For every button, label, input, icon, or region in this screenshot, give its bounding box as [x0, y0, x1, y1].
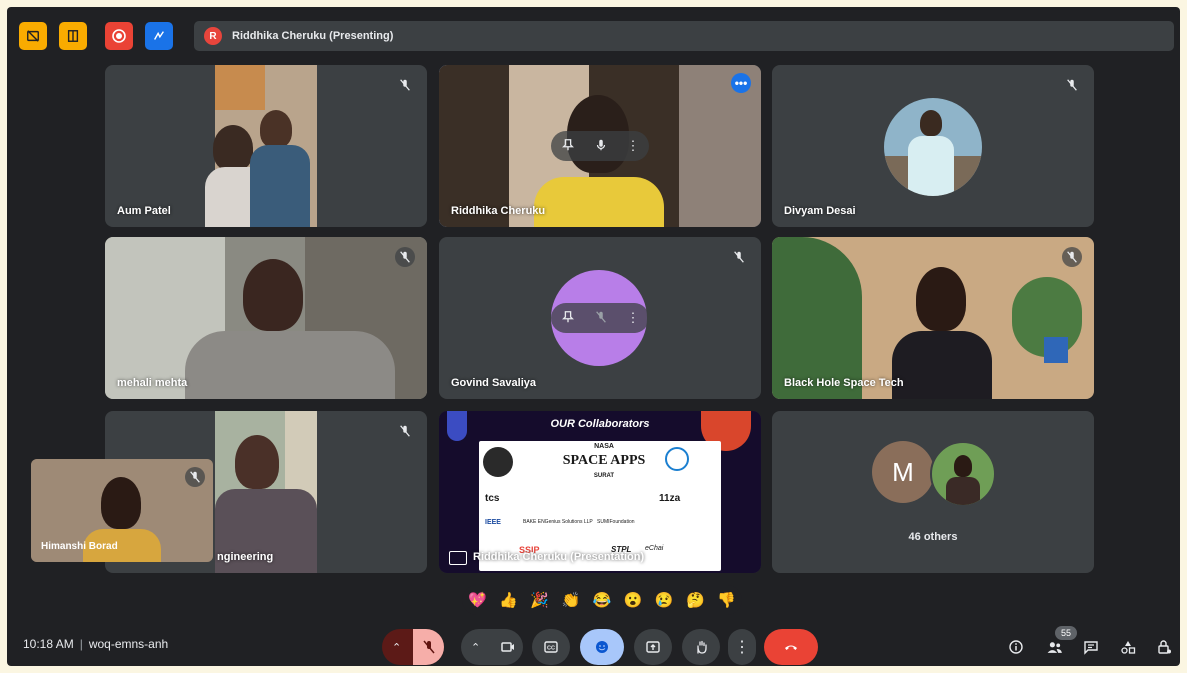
tile-menu-icon[interactable]: ⋮ — [627, 138, 640, 154]
mic-off-icon[interactable] — [594, 310, 608, 327]
meet-window: R Riddhika Cheruku (Presenting) Aum Pate… — [7, 7, 1180, 666]
host-controls-icon[interactable] — [1153, 636, 1175, 658]
participant-avatar — [930, 441, 996, 507]
reaction-thinking[interactable]: 🤔 — [686, 591, 705, 609]
partner-logo: eChai — [645, 545, 664, 552]
mic-off-icon — [1062, 247, 1082, 267]
participant-avatar: M — [872, 441, 934, 503]
panel-icon[interactable] — [59, 22, 87, 50]
present-button[interactable] — [634, 629, 672, 665]
mic-control: ⌃ — [382, 629, 444, 665]
raise-hand-button[interactable] — [682, 629, 720, 665]
pin-icon[interactable] — [561, 310, 575, 327]
tile-hover-controls: ⋮ — [551, 131, 649, 161]
presentation-slide: OUR Collaborators NASA SPACE APPS SURAT … — [439, 411, 761, 573]
participant-tile[interactable]: ⋮ Govind Savaliya — [439, 237, 761, 399]
reaction-thumbs-down[interactable]: 👎 — [717, 591, 736, 609]
more-options-icon[interactable]: ••• — [731, 73, 751, 93]
self-name: Himanshi Borad — [41, 541, 118, 552]
nasa-label: NASA — [594, 443, 614, 450]
self-view[interactable]: Himanshi Borad — [31, 459, 213, 562]
partner-logo: tcs — [485, 493, 500, 504]
space-apps-logo: SPACE APPS — [562, 453, 646, 468]
participant-avatar — [884, 98, 982, 196]
tile-hover-controls: ⋮ — [551, 303, 649, 333]
mic-off-icon — [729, 247, 749, 267]
reaction-laugh[interactable]: 😂 — [593, 591, 612, 609]
reaction-surprised[interactable]: 😮 — [624, 591, 643, 609]
info-icon[interactable] — [1005, 636, 1027, 658]
reaction-thumbs-up[interactable]: 👍 — [499, 591, 518, 609]
camera-control: ⌃ — [461, 629, 523, 665]
meeting-code: woq-emns-anh — [88, 637, 169, 651]
participant-video — [772, 237, 1094, 399]
people-icon[interactable] — [1043, 636, 1065, 658]
participant-tile[interactable]: mehali mehta — [105, 237, 427, 399]
mic-off-button[interactable] — [413, 629, 444, 665]
participant-tile[interactable]: Aum Patel — [105, 65, 427, 227]
mic-icon[interactable] — [594, 138, 608, 155]
reactions-bar: 💖 👍 🎉 👏 😂 😮 😢 🤔 👎 — [462, 585, 742, 615]
activities-icon[interactable] — [1117, 636, 1139, 658]
participant-tile[interactable]: Divyam Desai — [772, 65, 1094, 227]
svg-text:CC: CC — [547, 646, 555, 652]
participant-name: Aum Patel — [117, 205, 171, 217]
partner-logo: 11za — [659, 493, 681, 504]
presenter-avatar: R — [204, 27, 222, 45]
clock-time: 10:18 AM — [23, 637, 74, 651]
mic-off-icon — [185, 467, 205, 487]
mic-off-icon — [395, 247, 415, 267]
presenting-label: Riddhika Cheruku (Presenting) — [232, 30, 394, 42]
bottom-bar: 10:18 AM | woq-emns-anh ⌃ ⌃ CC ⋮ 55 — [7, 624, 1180, 666]
partner-logo: IEEE — [485, 519, 501, 526]
participant-name: Govind Savaliya — [451, 377, 536, 389]
more-options-button[interactable]: ⋮ — [728, 629, 756, 665]
others-count: 46 others — [908, 531, 958, 543]
reaction-party[interactable]: 🎉 — [530, 591, 549, 609]
mic-off-icon — [1062, 75, 1082, 95]
participant-name: Riddhika Cheruku — [451, 205, 546, 217]
top-bar: R Riddhika Cheruku (Presenting) — [7, 15, 1180, 57]
layout-off-icon[interactable] — [19, 22, 47, 50]
presentation-tile[interactable]: OUR Collaborators NASA SPACE APPS SURAT … — [439, 411, 761, 573]
whiteboard-icon[interactable] — [145, 22, 173, 50]
participant-video — [105, 65, 427, 227]
participant-name: Black Hole Space Tech — [784, 377, 904, 389]
chat-icon[interactable] — [1080, 636, 1102, 658]
participant-video — [105, 237, 427, 399]
tile-menu-icon[interactable]: ⋮ — [627, 310, 640, 326]
chevron-up-icon[interactable]: ⌃ — [471, 641, 480, 654]
record-icon[interactable] — [105, 22, 133, 50]
reaction-clap[interactable]: 👏 — [562, 591, 581, 609]
participant-name: Divyam Desai — [784, 205, 856, 217]
leave-call-button[interactable] — [764, 629, 818, 665]
captions-button[interactable]: CC — [532, 629, 570, 665]
present-screen-icon — [449, 551, 467, 565]
chevron-up-icon[interactable]: ⌃ — [392, 641, 401, 654]
pin-icon[interactable] — [561, 138, 575, 155]
participant-name: Riddhika Cheruku (Presentation) — [473, 551, 645, 563]
slide-heading: OUR Collaborators — [550, 418, 650, 430]
participant-tile[interactable]: Black Hole Space Tech — [772, 237, 1094, 399]
participant-name: ngineering — [217, 551, 274, 563]
camera-button[interactable] — [492, 629, 523, 665]
surat-label: SURAT — [593, 473, 615, 479]
mic-off-icon — [395, 75, 415, 95]
meeting-info: 10:18 AM | woq-emns-anh — [23, 637, 169, 651]
presenting-banner[interactable]: R Riddhika Cheruku (Presenting) — [194, 21, 1174, 51]
partner-logo: BAKE ENGenius Solutions LLP — [523, 519, 593, 525]
reaction-sad[interactable]: 😢 — [655, 591, 674, 609]
emoji-button[interactable] — [580, 629, 624, 665]
partner-logo: SUMIFoundation — [597, 519, 635, 525]
mic-off-icon — [395, 421, 415, 441]
participant-name: mehali mehta — [117, 377, 188, 389]
others-tile[interactable]: M 46 others — [772, 411, 1094, 573]
reaction-heart[interactable]: 💖 — [468, 591, 487, 609]
participant-tile[interactable]: ••• ⋮ Riddhika Cheruku — [439, 65, 761, 227]
